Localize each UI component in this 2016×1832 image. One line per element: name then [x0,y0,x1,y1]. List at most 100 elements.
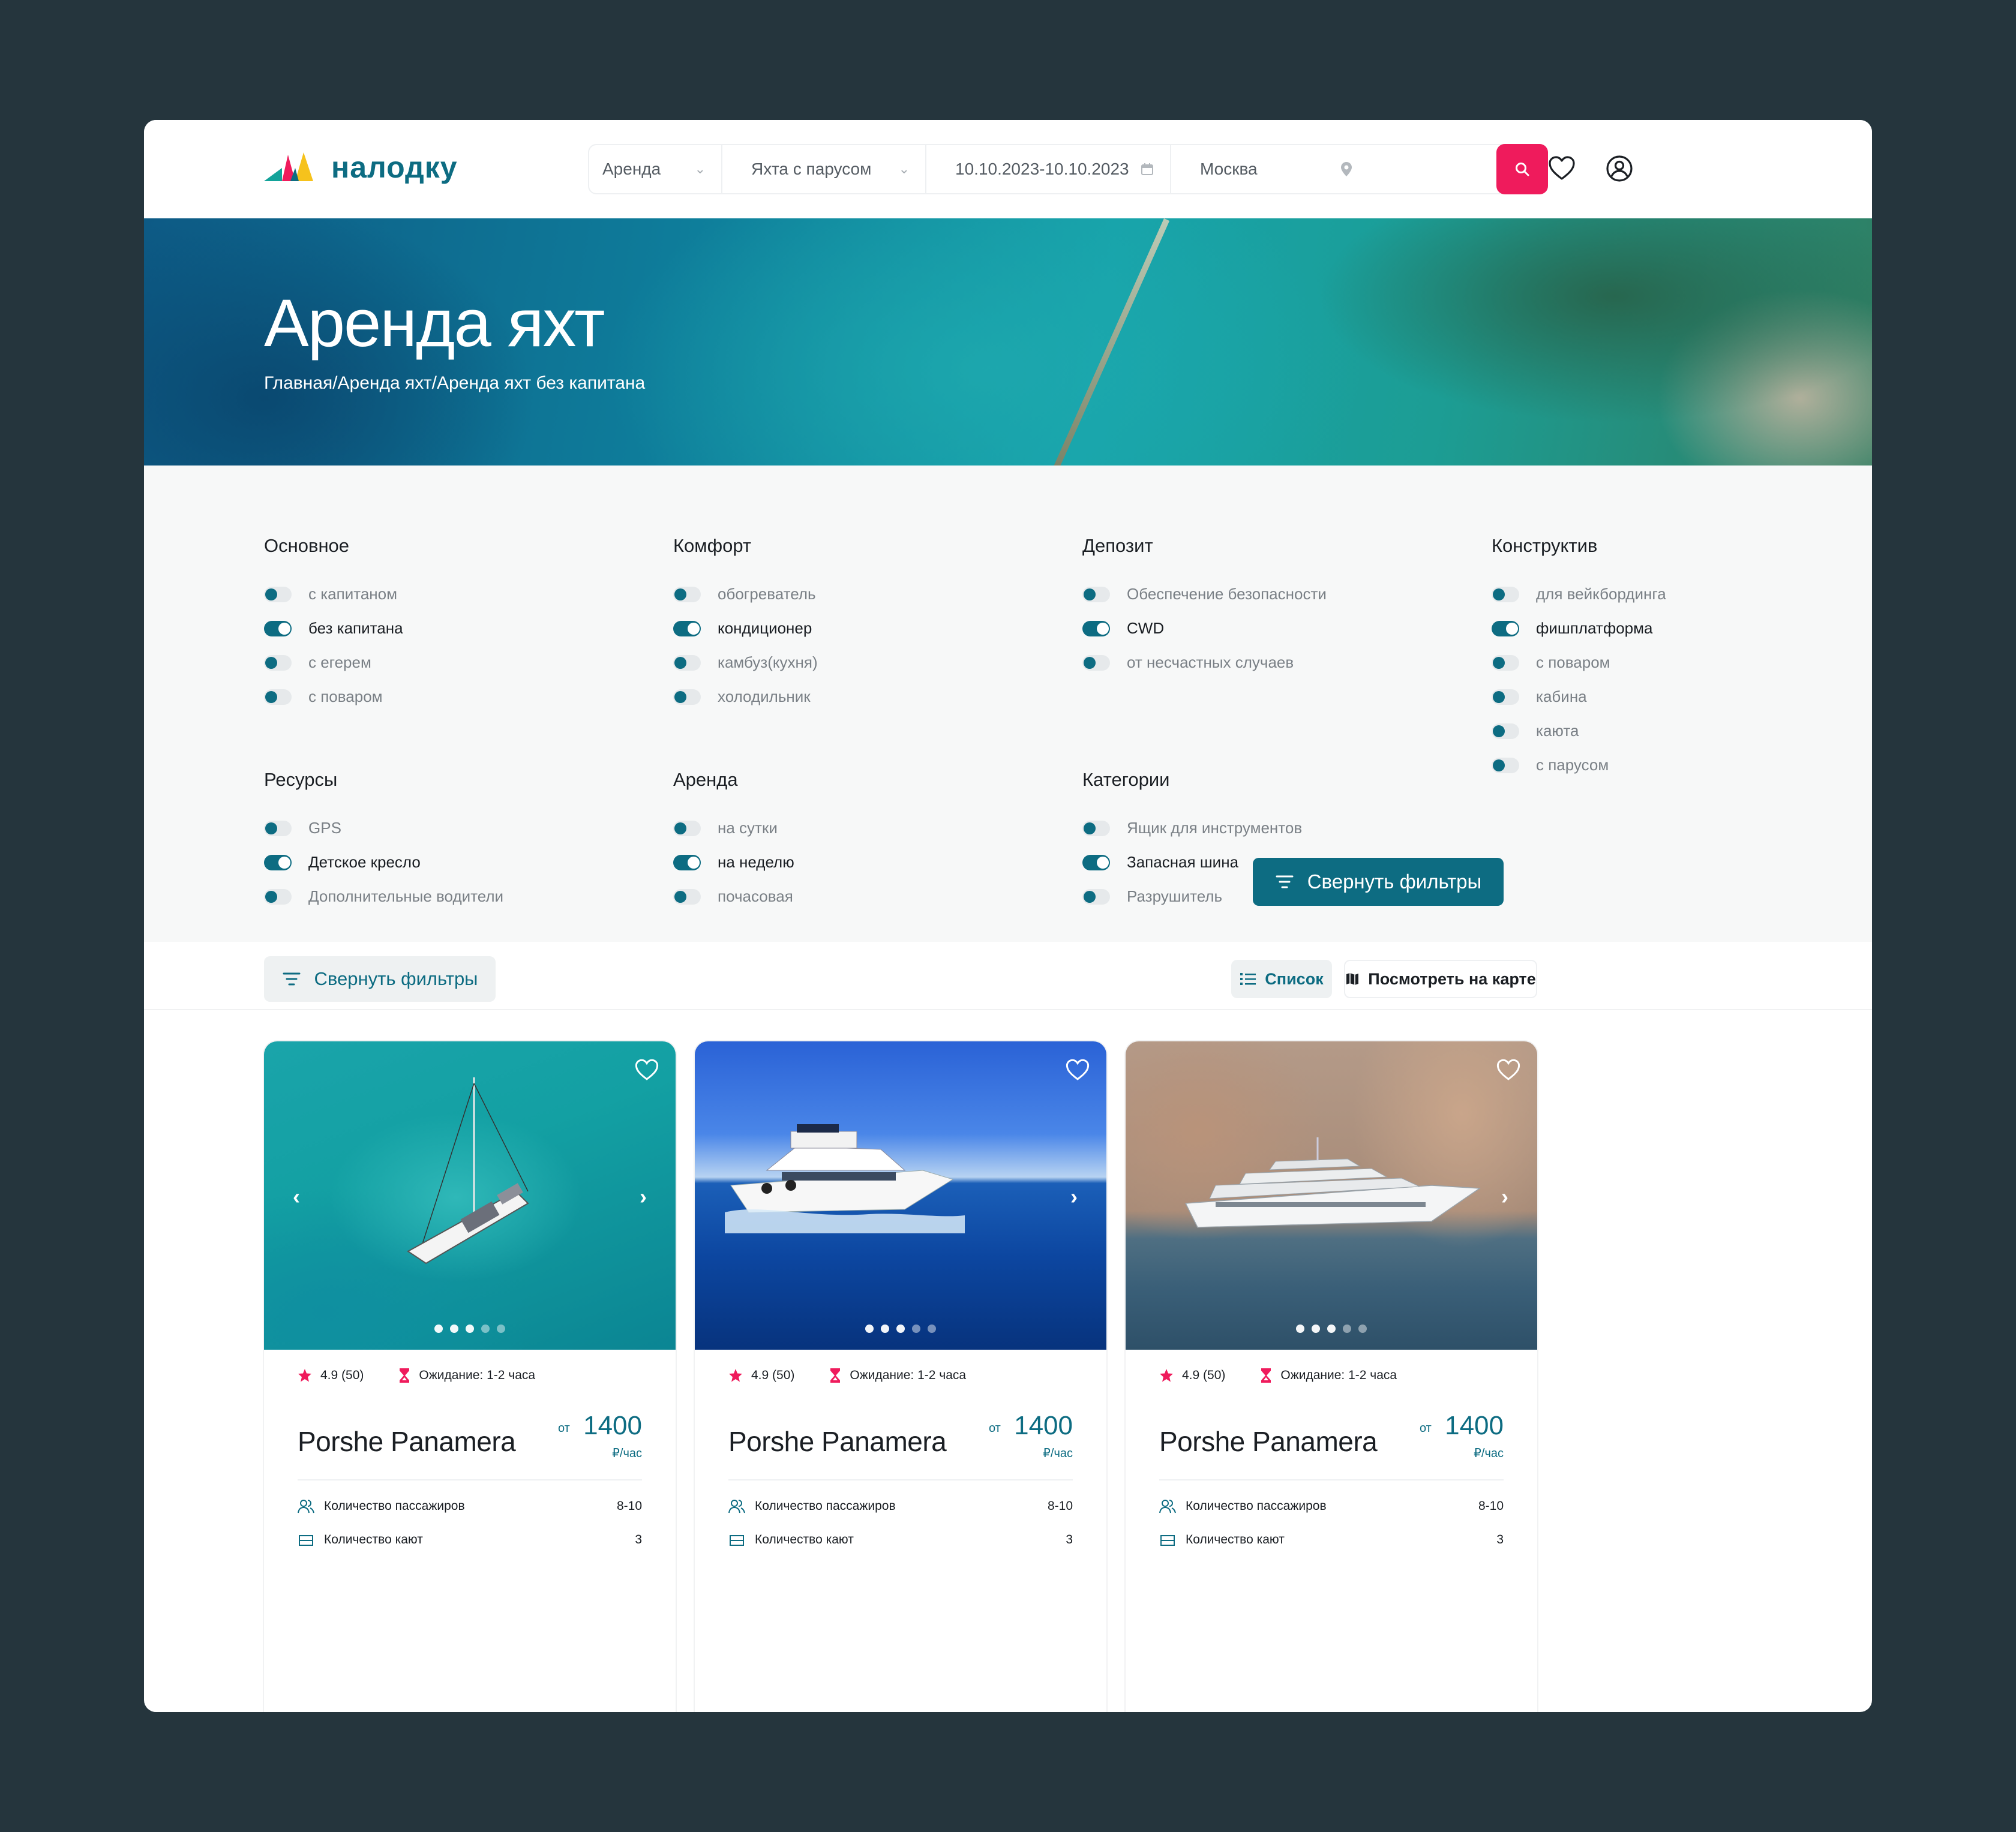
heart-icon[interactable] [1547,154,1577,184]
filter-toggle[interactable] [264,654,292,671]
filter-toggle[interactable] [1082,854,1110,870]
filter-option[interactable]: Детское кресло [264,845,503,879]
collapse-filters-toggle[interactable]: Свернуть фильтры [264,956,496,1002]
filter-toggle[interactable] [1492,620,1519,636]
filter-group: Ресурсы GPS Детское кресло Дополнительные в… [264,769,503,914]
filter-toggle[interactable] [1082,654,1110,671]
slide-dot[interactable] [434,1325,443,1333]
filter-option[interactable]: на неделю [673,845,794,879]
filter-toggle[interactable] [673,654,701,671]
filter-option[interactable]: каюта [1492,714,1666,748]
slide-dot[interactable] [1296,1325,1304,1333]
favorite-heart-icon[interactable] [1064,1057,1091,1083]
slide-dot[interactable] [896,1325,905,1333]
slide-dot[interactable] [1343,1325,1351,1333]
filter-option[interactable]: с поваром [264,680,403,714]
filter-option[interactable]: кондиционер [673,611,818,645]
filter-option[interactable]: холодильник [673,680,818,714]
filter-toggle[interactable] [673,620,701,636]
filter-toggle[interactable] [264,586,292,602]
map-view-button[interactable]: Посмотреть на карте [1344,960,1537,998]
yacht-name[interactable]: Porshe Panamera [298,1425,516,1458]
filter-option[interactable]: с егерем [264,645,403,680]
filter-option[interactable]: почасовая [673,879,794,914]
slide-dot[interactable] [450,1325,458,1333]
filter-toggle[interactable] [1492,723,1519,739]
yacht-name[interactable]: Porshe Panamera [1159,1425,1378,1458]
filter-toggle[interactable] [264,820,292,836]
filter-group: Комфорт обогреватель кондиционер камбуз(кух… [673,535,818,714]
filter-option[interactable]: GPS [264,811,503,845]
filter-toggle[interactable] [1082,820,1110,836]
filter-toggle[interactable] [264,689,292,705]
rental-type-select[interactable]: Аренда ⌄ [589,145,722,193]
filter-toggle[interactable] [1082,888,1110,905]
filter-toggle[interactable] [1492,689,1519,705]
filter-option[interactable]: Обеспечение безопасности [1082,577,1327,611]
filter-toggle[interactable] [673,854,701,870]
prev-slide-icon[interactable]: ‹ [293,1184,300,1209]
filter-toggle[interactable] [673,689,701,705]
collapse-filters-button[interactable]: Свернуть фильтры [1253,858,1504,906]
slide-dot[interactable] [928,1325,936,1333]
yacht-name[interactable]: Porshe Panamera [728,1425,947,1458]
list-view-button[interactable]: Список [1231,960,1332,998]
user-circle-icon[interactable] [1604,154,1634,184]
slide-dot[interactable] [481,1325,490,1333]
filter-option[interactable]: с поваром [1492,645,1666,680]
filter-option[interactable]: без капитана [264,611,403,645]
yacht-card[interactable]: › 4.9 (50) Ожидание: 1-2 часа Porshe Pan… [695,1041,1106,1712]
search-button[interactable] [1496,144,1548,194]
favorite-heart-icon[interactable] [1495,1057,1522,1083]
slide-dot[interactable] [912,1325,920,1333]
filter-toggle[interactable] [1492,654,1519,671]
yacht-photo-motor-yacht[interactable]: › [695,1041,1106,1350]
boat-category-select[interactable]: Яхта с парусом ⌄ [722,145,926,193]
yacht-card[interactable]: ‹ › 4.9 (50) Ожидание: 1-2 часа Porshe P… [264,1041,676,1712]
city-field[interactable]: Москва [1171,145,1369,193]
collapse-filters-toggle-label: Свернуть фильтры [314,968,478,989]
filter-toggle[interactable] [1082,620,1110,636]
filter-option[interactable]: с парусом [1492,748,1666,782]
breadcrumb[interactable]: Главная/Аренда яхт/Аренда яхт без капита… [264,373,645,394]
yacht-photo-superyacht[interactable]: › [1126,1041,1537,1350]
filter-option[interactable]: обогреватель [673,577,818,611]
logo[interactable]: налодку [264,150,458,185]
slide-dot[interactable] [881,1325,889,1333]
filter-toggle[interactable] [264,888,292,905]
filter-option[interactable]: для вейкбординга [1492,577,1666,611]
next-slide-icon[interactable]: › [1501,1184,1508,1209]
yacht-card[interactable]: › 4.9 (50) Ожидание: 1-2 часа Porshe Pan… [1126,1041,1537,1712]
filter-toggle[interactable] [264,620,292,636]
filter-toggle[interactable] [673,820,701,836]
filter-toggle[interactable] [673,586,701,602]
filter-toggle[interactable] [673,888,701,905]
filter-toggle[interactable] [264,854,292,870]
slide-dot[interactable] [1358,1325,1367,1333]
slide-dot[interactable] [1312,1325,1320,1333]
favorite-heart-icon[interactable] [634,1057,660,1083]
slide-dot[interactable] [466,1325,474,1333]
filter-toggle[interactable] [1492,586,1519,602]
filter-option[interactable]: фишплатформа [1492,611,1666,645]
results-toolbar: Свернуть фильтры Список Посмотреть на ка… [144,942,1872,1010]
filter-option[interactable]: от несчастных случаев [1082,645,1327,680]
filter-option-label: с парусом [1536,756,1609,774]
filter-option[interactable]: Дополнительные водители [264,879,503,914]
date-range-field[interactable]: 10.10.2023-10.10.2023 [926,145,1171,193]
filter-option[interactable]: CWD [1082,611,1327,645]
filter-toggle[interactable] [1492,757,1519,773]
next-slide-icon[interactable]: › [1070,1184,1078,1209]
yacht-photo-sailboat[interactable]: ‹ › [264,1041,676,1350]
slide-dot[interactable] [497,1325,505,1333]
filter-toggle[interactable] [1082,586,1110,602]
next-slide-icon[interactable]: › [640,1184,647,1209]
rating-text: 4.9 (50) [320,1368,364,1382]
filter-option[interactable]: на сутки [673,811,794,845]
filter-option[interactable]: Ящик для инструментов [1082,811,1302,845]
filter-option[interactable]: с капитаном [264,577,403,611]
slide-dot[interactable] [865,1325,874,1333]
filter-option[interactable]: камбуз(кухня) [673,645,818,680]
filter-option[interactable]: кабина [1492,680,1666,714]
slide-dot[interactable] [1327,1325,1336,1333]
